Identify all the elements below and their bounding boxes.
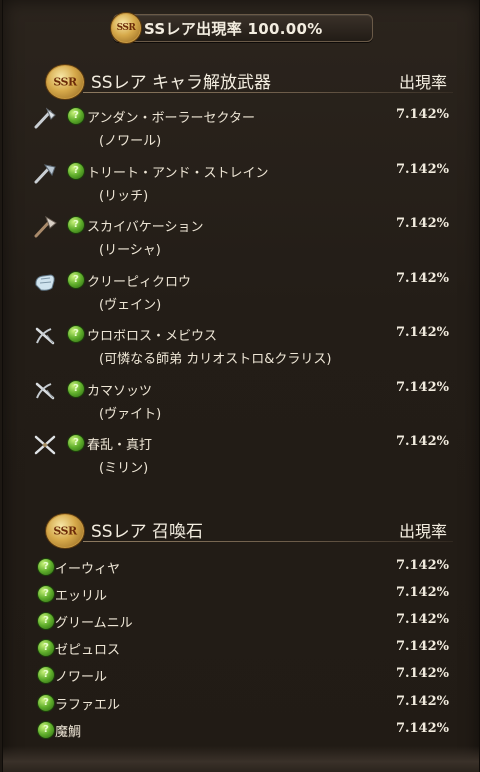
weapon-rate: 7.142% [395,325,449,340]
ssr-medal-icon: SSR [45,64,85,100]
summon-rate: 7.142% [395,721,449,736]
gauntlet-icon [35,274,55,291]
summon-rate: 7.142% [395,639,449,654]
summons-section-header: SSR SSレア 召喚石 出現率 [43,511,453,549]
weapon-row: ? 春乱・真打 7.142% (ミリン) [33,433,449,476]
summon-name: 魔鯛 [55,725,82,740]
summon-row: ? ゼピュロス 7.142% [33,638,449,658]
axe-icon [34,216,57,238]
weapons-section-header: SSR SSレア キャラ解放武器 出現率 [43,62,453,100]
drop-rate-panel: SSR SSレア出現率 100.00% SSR SSレア キャラ解放武器 出現率… [2,0,480,772]
weapon-name: トリート・アンド・ストレイン [87,166,269,181]
summon-row: ? ラファエル 7.142% [33,693,449,713]
weapon-name: 春乱・真打 [87,438,153,453]
weapon-rate: 7.142% [395,162,449,177]
weapon-name: ウロボロス・メビウス [87,329,218,344]
summon-rate: 7.142% [395,666,449,681]
wind-element-icon: ? [37,612,55,630]
summon-row: ? ノワール 7.142% [33,665,449,685]
weapon-character: (ヴェイン) [99,298,162,313]
wind-element-icon: ? [67,434,85,452]
weapon-rate: 7.142% [395,434,449,449]
panel-bottom-edge [3,746,479,772]
summon-rate: 7.142% [395,694,449,709]
katana-icon [34,435,56,455]
summons-section-title: SSレア 召喚石 [91,522,203,542]
rate-column-header: 出現率 [398,73,447,92]
weapon-row: ? カマソッツ 7.142% (ヴァイト) [33,379,449,422]
ssr-medal-icon: SSR [45,513,85,549]
summon-name: エッリル [55,589,108,604]
weapon-rate: 7.142% [395,216,449,231]
weapon-rate: 7.142% [395,380,449,395]
weapon-row: ? クリーピィクロウ 7.142% (ヴェイン) [33,270,449,313]
weapon-rate: 7.142% [395,271,449,286]
weapon-character: (ヴァイト) [99,407,162,422]
section-divider [83,541,453,542]
wind-element-icon: ? [67,271,85,289]
weapon-name: クリーピィクロウ [87,275,192,290]
weapon-character: (ノワール) [99,134,162,149]
wind-element-icon: ? [37,639,55,657]
weapon-row: ? ウロボロス・メビウス 7.142% (可憐なる師弟 カリオストロ&クラリス) [33,324,449,367]
ssr-medal-icon: SSR [110,12,142,44]
weapon-character: (可憐なる師弟 カリオストロ&クラリス) [99,352,332,367]
axe-icon [34,164,56,184]
summon-rate: 7.142% [395,558,449,573]
wind-element-icon: ? [37,558,55,576]
rate-column-header: 出現率 [398,522,447,541]
summon-name: ノワール [55,670,108,685]
section-divider [83,92,453,93]
weapon-character: (リッチ) [99,189,149,204]
weapon-row: ? トリート・アンド・ストレイン 7.142% (リッチ) [33,161,449,204]
axe-icon [34,107,56,129]
weapon-row: ? スカイバケーション 7.142% (リーシャ) [33,215,449,258]
weapons-section-title: SSレア キャラ解放武器 [91,73,271,93]
weapon-name: カマソッツ [87,384,153,399]
summon-name: グリームニル [55,616,133,631]
weapon-character: (ミリン) [99,461,149,476]
weapon-row: ? アンダン・ボーラーセクター 7.142% (ノワール) [33,106,449,149]
wind-element-icon: ? [37,694,55,712]
summon-name: イーウィヤ [55,562,121,577]
summon-row: ? グリームニル 7.142% [33,611,449,631]
wind-element-icon: ? [37,666,55,684]
summon-row: ? イーウィヤ 7.142% [33,557,449,577]
crossbow-icon [35,327,55,345]
summon-name: ゼピュロス [55,643,121,658]
rate-summary-header: SSR SSレア出現率 100.00% [110,12,373,44]
summon-rate: 7.142% [395,612,449,627]
wind-element-icon: ? [67,162,85,180]
weapon-character: (リーシャ) [99,243,161,258]
summon-row: ? 魔鯛 7.142% [33,720,449,740]
wind-element-icon: ? [37,585,55,603]
summon-rate: 7.142% [395,585,449,600]
weapon-name: スカイバケーション [87,220,204,235]
wind-element-icon: ? [37,721,55,739]
wind-element-icon: ? [67,216,85,234]
summon-row: ? エッリル 7.142% [33,584,449,604]
wind-element-icon: ? [67,380,85,398]
rate-summary-title: SSレア出現率 100.00% [144,20,323,38]
crossbow-icon [35,382,55,400]
summon-name: ラファエル [55,698,121,713]
weapon-rate: 7.142% [395,107,449,122]
weapon-name: アンダン・ボーラーセクター [87,111,255,126]
wind-element-icon: ? [67,325,85,343]
wind-element-icon: ? [67,107,85,125]
